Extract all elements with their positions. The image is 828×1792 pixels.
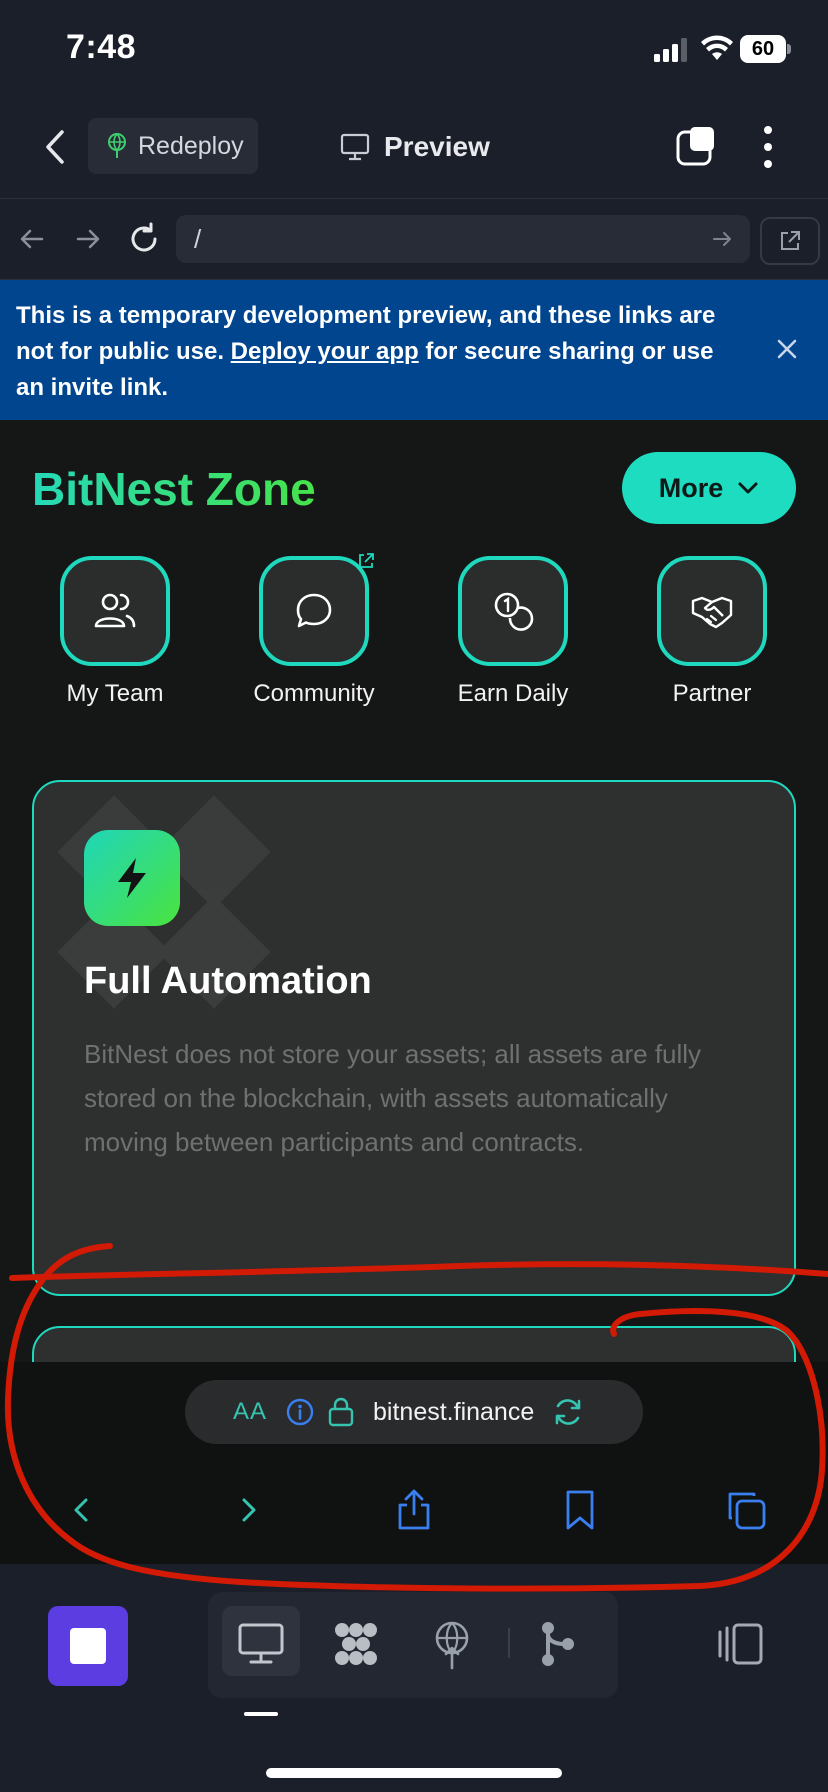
cellular-signal-icon — [654, 38, 687, 62]
redeploy-button[interactable]: Redeploy — [88, 118, 258, 174]
panel-toggle-icon[interactable] — [716, 1622, 764, 1666]
lightning-icon — [118, 858, 146, 898]
open-external-button[interactable] — [760, 217, 820, 265]
preview-tab[interactable]: Preview — [340, 126, 490, 168]
quick-link-label: Community — [253, 680, 375, 707]
refresh-icon[interactable] — [552, 1397, 584, 1427]
safari-forward-icon[interactable] — [226, 1488, 270, 1532]
battery-level: 60 — [740, 35, 786, 63]
quick-link-label: My Team — [66, 680, 164, 707]
handshake-icon — [691, 596, 733, 629]
dev-preview-banner: This is a temporary development preview,… — [0, 280, 828, 420]
battery-icon: 60 — [740, 35, 791, 63]
quick-link-community[interactable]: Community — [239, 553, 389, 708]
reload-icon[interactable] — [126, 221, 162, 257]
feature-card-next — [32, 1326, 796, 1364]
lock-icon — [328, 1397, 354, 1427]
share-icon[interactable] — [392, 1488, 436, 1532]
address-pill[interactable]: AA bitnest.finance — [185, 1380, 643, 1444]
external-link-badge-icon — [359, 553, 374, 568]
address-host: bitnest.finance — [373, 1397, 535, 1426]
quick-link-partner[interactable]: Partner — [637, 556, 787, 708]
users-icon — [94, 593, 136, 628]
app-bottom-bar — [0, 1564, 828, 1792]
tool-switcher — [208, 1592, 618, 1698]
home-indicator — [266, 1768, 562, 1778]
url-input[interactable]: / — [176, 215, 750, 263]
tabs-overview-icon[interactable] — [724, 1488, 768, 1532]
stop-button[interactable] — [48, 1606, 128, 1686]
tabs-icon[interactable] — [676, 126, 716, 166]
git-branch-icon[interactable] — [532, 1618, 584, 1670]
chevron-down-icon — [738, 482, 758, 494]
active-tool-indicator — [244, 1712, 278, 1716]
coins-icon — [494, 592, 534, 631]
reader-aa-button[interactable]: AA — [233, 1398, 267, 1426]
monitor-icon — [340, 133, 370, 161]
wifi-icon — [701, 35, 733, 60]
feature-card: Full Automation BitNest does not store y… — [32, 780, 796, 1296]
nav-back-arrow-icon[interactable] — [14, 221, 50, 257]
deploy-icon[interactable] — [426, 1618, 478, 1670]
deploy-app-link[interactable]: Deploy your app — [231, 338, 419, 365]
more-options-icon[interactable] — [756, 124, 780, 170]
quick-link-my-team[interactable]: My Team — [40, 556, 190, 708]
status-time: 7:48 — [66, 28, 137, 66]
nav-forward-arrow-icon[interactable] — [70, 221, 106, 257]
preview-label: Preview — [384, 131, 490, 162]
more-label: More — [658, 472, 724, 503]
deploy-globe-icon — [108, 133, 126, 158]
brand-logo-text: BitNest Zone — [32, 463, 316, 515]
bookmark-icon[interactable] — [558, 1488, 602, 1532]
info-icon[interactable] — [285, 1397, 315, 1427]
quick-link-label: Earn Daily — [457, 680, 569, 707]
lightning-icon-tile — [84, 830, 180, 926]
more-dropdown-button[interactable]: More — [622, 452, 796, 524]
stop-icon — [70, 1628, 106, 1664]
tool-divider — [508, 1628, 510, 1658]
webview-url-bar: / — [0, 198, 828, 280]
quick-link-label: Partner — [672, 680, 752, 707]
chat-bubble-icon — [296, 593, 332, 628]
go-arrow-icon[interactable] — [710, 227, 734, 251]
workspace-grid-icon[interactable] — [330, 1618, 382, 1670]
external-link-icon — [781, 231, 800, 250]
webview-content: BitNest Zone More My Team Community Earn… — [0, 420, 828, 1364]
back-chevron-icon[interactable] — [36, 122, 76, 172]
quick-link-earn-daily[interactable]: Earn Daily — [438, 556, 588, 708]
feature-title: Full Automation — [84, 960, 372, 1002]
url-path: / — [194, 223, 202, 254]
preview-monitor-icon[interactable] — [235, 1618, 287, 1670]
safari-back-icon[interactable] — [60, 1488, 104, 1532]
close-icon[interactable] — [772, 334, 802, 364]
browser-toolbar: AA bitnest.finance — [0, 1362, 828, 1564]
feature-description: BitNest does not store your assets; all … — [84, 1039, 702, 1157]
redeploy-label: Redeploy — [138, 131, 244, 160]
